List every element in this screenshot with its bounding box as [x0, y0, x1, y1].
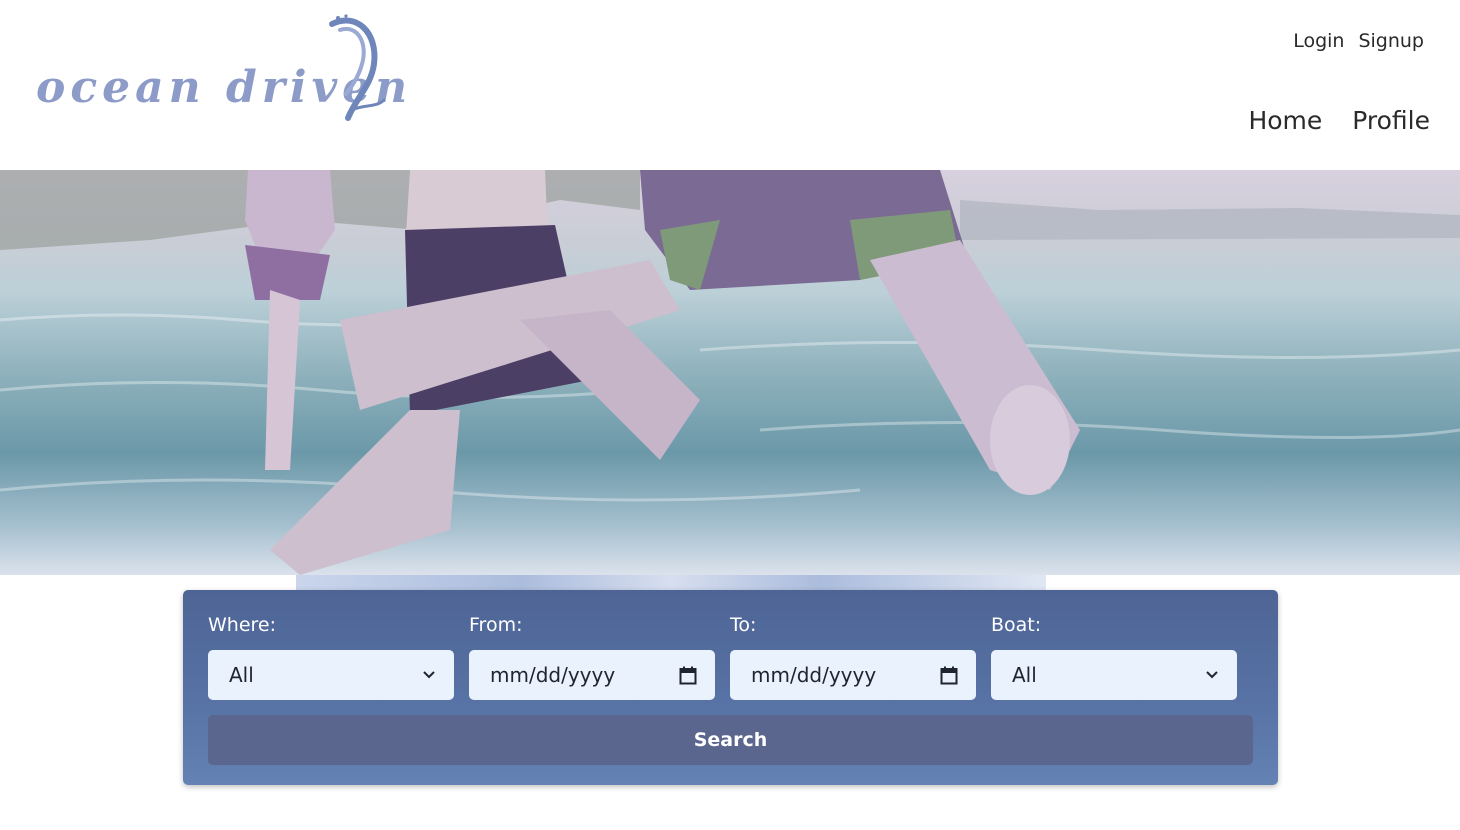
from-date-input[interactable]: mm/dd/yyyy: [469, 650, 715, 700]
calendar-icon[interactable]: [940, 666, 958, 685]
signup-link[interactable]: Signup: [1358, 30, 1424, 52]
chevron-down-icon: [1206, 671, 1218, 679]
ocean-driven-logo[interactable]: ocean driven: [36, 14, 407, 129]
nav-profile[interactable]: Profile: [1352, 106, 1430, 135]
hero-reflection-strip: [296, 575, 1046, 590]
search-form: Where: All From: mm/dd/yyyy To: mm/dd/yy…: [183, 590, 1278, 785]
hero-image: [0, 170, 1460, 575]
account-links: Login Signup: [1293, 30, 1424, 52]
search-button[interactable]: Search: [208, 715, 1253, 765]
nav-home[interactable]: Home: [1248, 106, 1322, 135]
boat-field: Boat: All: [991, 612, 1237, 700]
where-label: Where:: [208, 614, 277, 636]
where-field: Where: All: [208, 612, 454, 700]
wave-icon: [329, 14, 386, 121]
site-header: ocean driven Login Signup Home Profile: [0, 0, 1460, 170]
from-value: mm/dd/yyyy: [490, 663, 616, 687]
boat-value: All: [1012, 663, 1037, 687]
where-value: All: [229, 663, 254, 687]
login-link[interactable]: Login: [1293, 30, 1344, 52]
main-nav: Home Profile: [1248, 106, 1430, 135]
hero-illustration: [0, 170, 1460, 575]
where-select[interactable]: All: [208, 650, 454, 700]
to-field: To: mm/dd/yyyy: [730, 612, 976, 700]
calendar-icon[interactable]: [679, 666, 697, 685]
to-label: To:: [730, 614, 757, 636]
to-date-input[interactable]: mm/dd/yyyy: [730, 650, 976, 700]
from-label: From:: [469, 614, 523, 636]
boat-select[interactable]: All: [991, 650, 1237, 700]
boat-label: Boat:: [991, 614, 1042, 636]
chevron-down-icon: [423, 671, 435, 679]
from-field: From: mm/dd/yyyy: [469, 612, 715, 700]
to-value: mm/dd/yyyy: [751, 663, 877, 687]
